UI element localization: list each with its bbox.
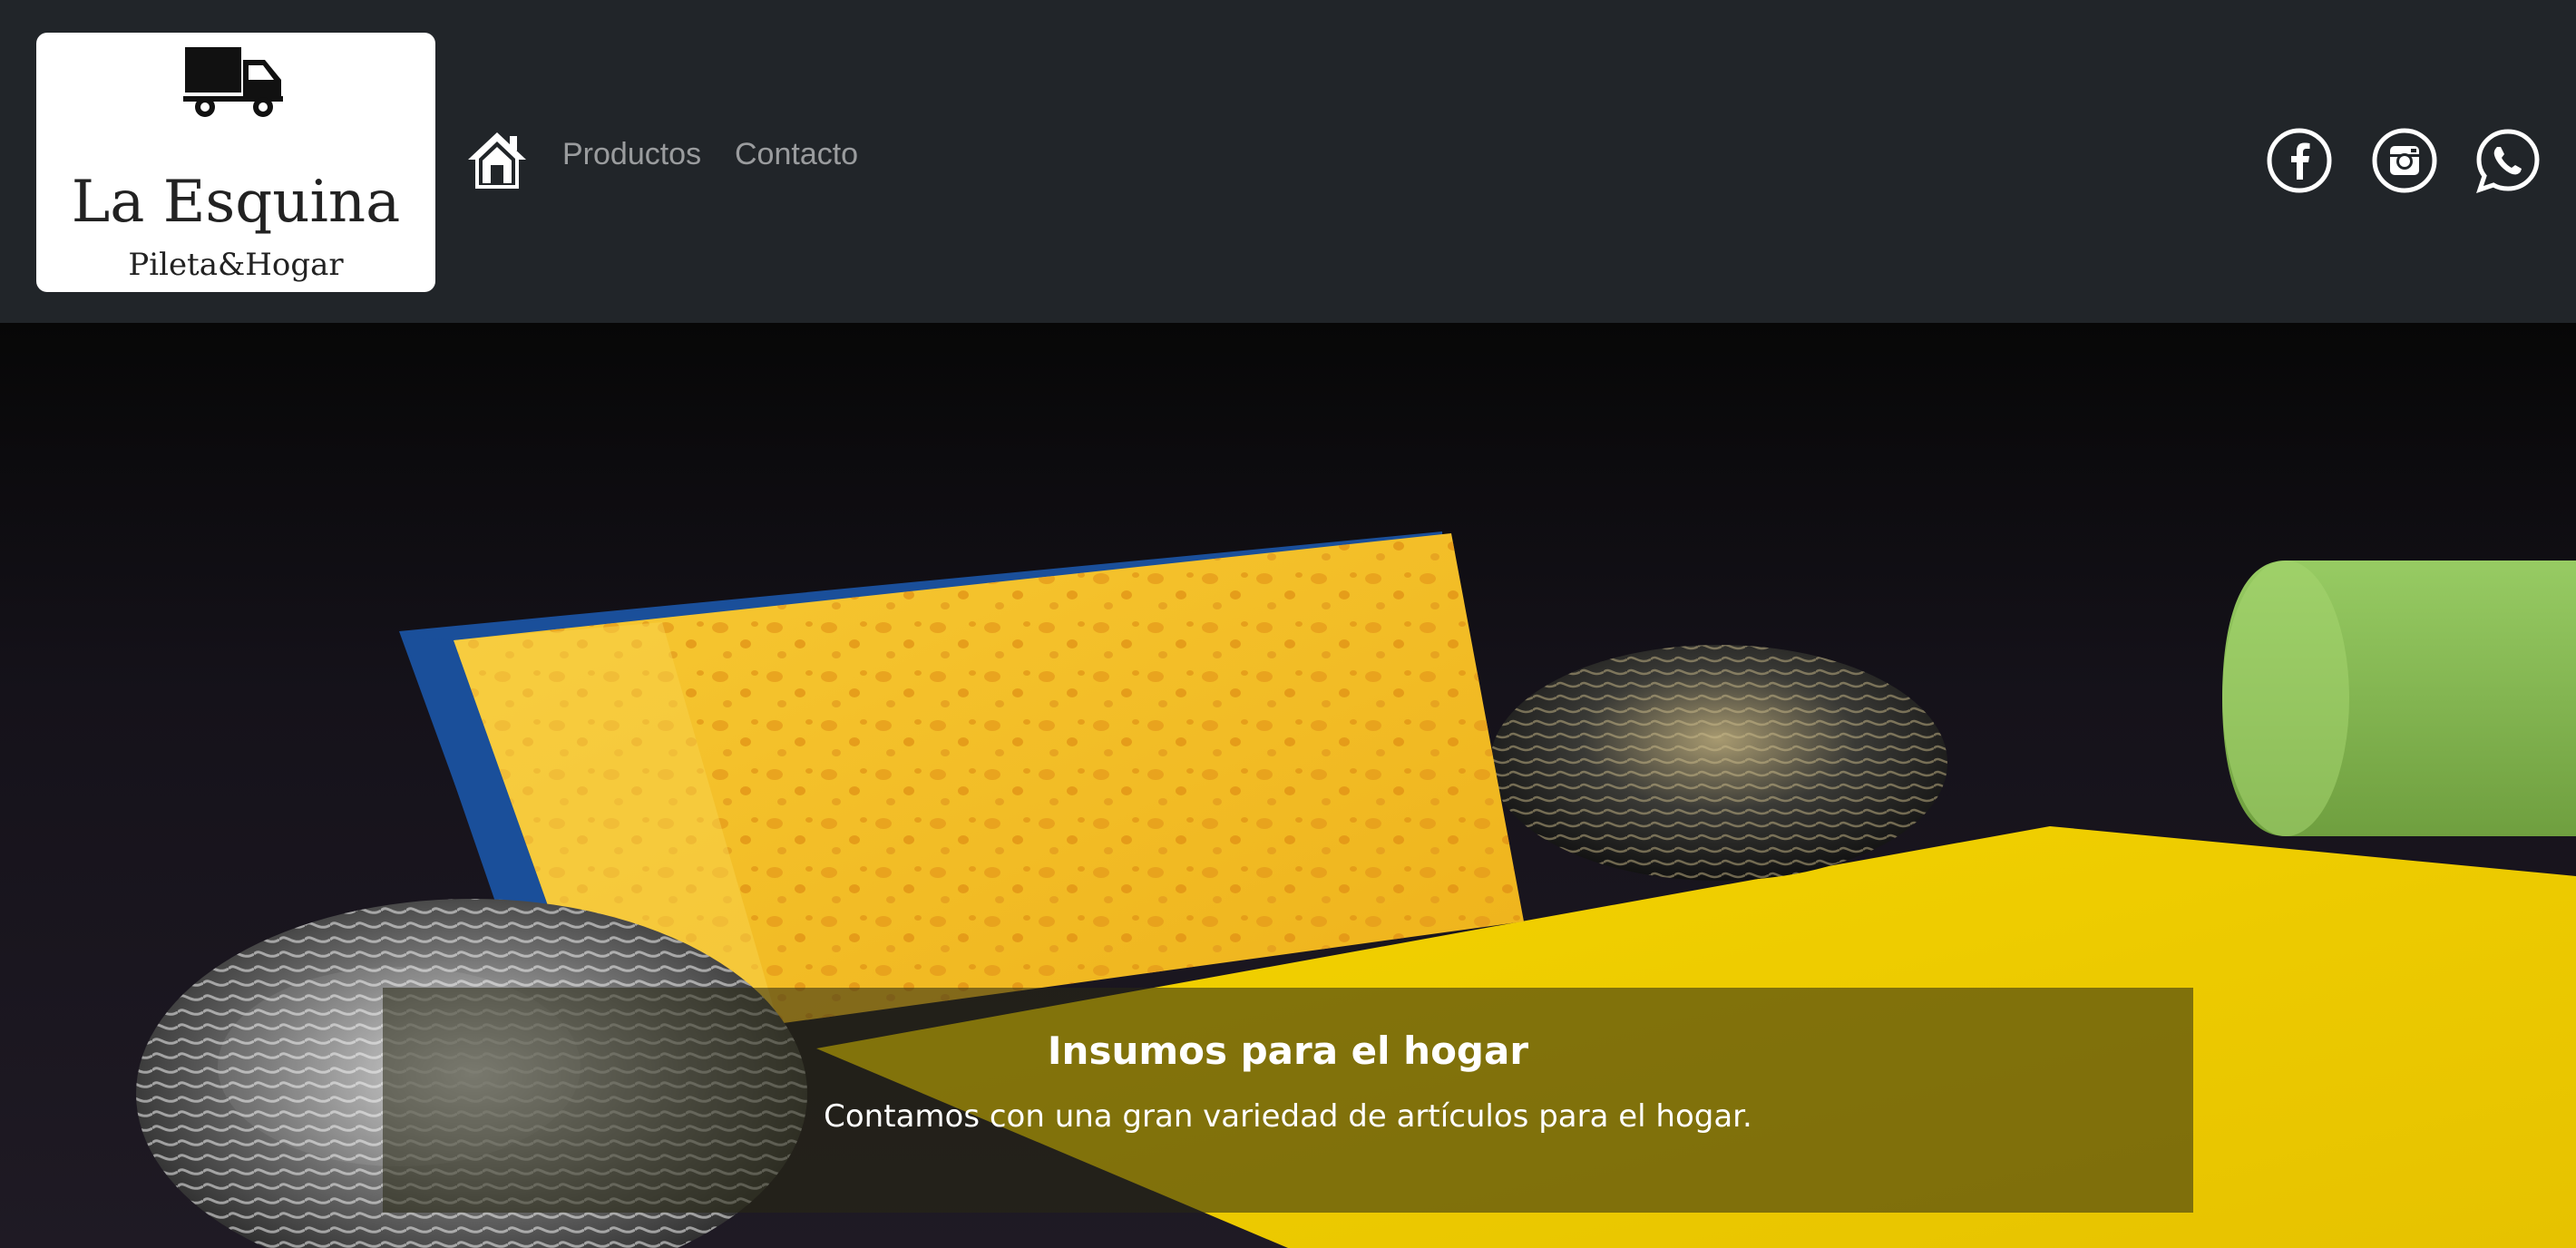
facebook-link[interactable]: [2266, 127, 2333, 194]
whatsapp-link[interactable]: [2474, 127, 2542, 194]
carousel-caption: Insumos para el hogar Contamos con una g…: [383, 988, 2193, 1213]
navbar: La Esquina Pileta&Hogar Productos Contac…: [0, 0, 2576, 323]
instagram-icon: [2372, 128, 2437, 193]
nav-contacto[interactable]: Contacto: [735, 134, 858, 174]
truck-icon: [183, 47, 283, 117]
brand-title: La Esquina: [71, 169, 401, 236]
caption-text: Contamos con una gran variedad de artícu…: [824, 1098, 1752, 1135]
nav-productos[interactable]: Productos: [562, 134, 701, 174]
home-icon: [468, 132, 526, 189]
home-link[interactable]: [464, 127, 530, 192]
whatsapp-icon: [2476, 129, 2540, 193]
hero-carousel: Insumos para el hogar Contamos con una g…: [0, 323, 2576, 1248]
facebook-icon: [2267, 128, 2332, 193]
instagram-link[interactable]: [2371, 127, 2438, 194]
caption-title: Insumos para el hogar: [1047, 1029, 1529, 1073]
brand-subtitle: Pileta&Hogar: [128, 247, 344, 283]
brand-logo[interactable]: La Esquina Pileta&Hogar: [36, 33, 435, 292]
